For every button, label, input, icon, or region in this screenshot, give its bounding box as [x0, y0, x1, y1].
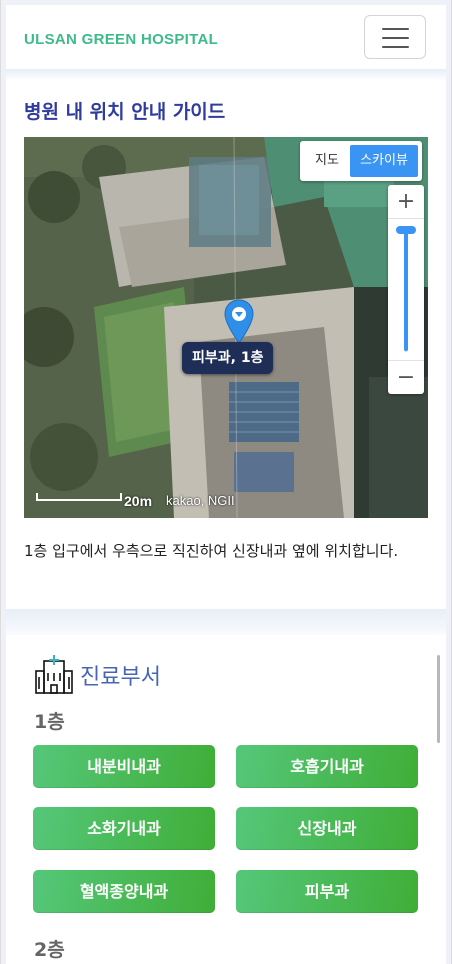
- departments-title: 진료부서: [80, 665, 161, 690]
- zoom-slider-handle[interactable]: [396, 226, 416, 234]
- map-type-roadmap-button[interactable]: 지도: [304, 145, 350, 177]
- dept-button-endocrinology[interactable]: 내분비내과: [33, 745, 215, 788]
- top-navbar: ULSAN GREEN HOSPITAL: [6, 5, 446, 69]
- departments-section: 진료부서 1층 내분비내과 호흡기내과 소화기내과 신장내과 혈액종양내과 피부…: [6, 635, 446, 964]
- map-type-skyview-button[interactable]: 스카이뷰: [350, 145, 418, 177]
- dept-button-pulmonology[interactable]: 호흡기내과: [236, 745, 418, 788]
- dept-button-gastroenterology[interactable]: 소화기내과: [33, 807, 215, 850]
- page: ULSAN GREEN HOSPITAL 병원 내 위치 안내 가이드 지도 스…: [0, 0, 452, 964]
- scrollbar[interactable]: [437, 655, 440, 743]
- section-divider: [6, 69, 446, 81]
- dept-button-hematology-oncology[interactable]: 혈액종양내과: [33, 870, 215, 913]
- hamburger-menu-icon: [382, 28, 409, 30]
- menu-toggle-button[interactable]: [364, 15, 426, 59]
- floor-label: 1층: [34, 711, 65, 733]
- map-type-switcher: 지도 스카이뷰: [300, 141, 422, 181]
- kakao-map[interactable]: 지도 스카이뷰 + − 피부과, 1층 20m kakao, NGII: [24, 137, 428, 518]
- zoom-control: + −: [388, 185, 424, 394]
- zoom-out-button[interactable]: −: [388, 360, 424, 394]
- map-scale-label: 20m: [124, 493, 153, 509]
- location-guide-section: 병원 내 위치 안내 가이드 지도 스카이뷰 + − 피부과, 1층 20m k…: [6, 81, 446, 609]
- dept-button-dermatology[interactable]: 피부과: [236, 870, 418, 913]
- location-description: 1층 입구에서 우측으로 직진하여 신장내과 옆에 위치합니다.: [24, 542, 399, 560]
- dept-button-nephrology[interactable]: 신장내과: [236, 807, 418, 850]
- location-guide-title: 병원 내 위치 안내 가이드: [24, 101, 226, 123]
- zoom-in-button[interactable]: +: [388, 185, 424, 219]
- hamburger-menu-icon-bar: [382, 46, 409, 48]
- marker-label: 피부과, 1층: [182, 342, 274, 374]
- hospital-building-icon: [35, 655, 73, 694]
- hamburger-menu-icon-bar: [382, 37, 409, 39]
- zoom-slider-fill: [404, 231, 408, 351]
- hospital-brand-logo[interactable]: ULSAN GREEN HOSPITAL: [24, 31, 218, 48]
- floor-label: 2층: [34, 939, 65, 961]
- map-scale-bar: [36, 493, 122, 501]
- section-divider: [6, 609, 446, 635]
- map-copyright: kakao, NGII: [166, 493, 235, 508]
- location-pin-icon[interactable]: [224, 299, 254, 345]
